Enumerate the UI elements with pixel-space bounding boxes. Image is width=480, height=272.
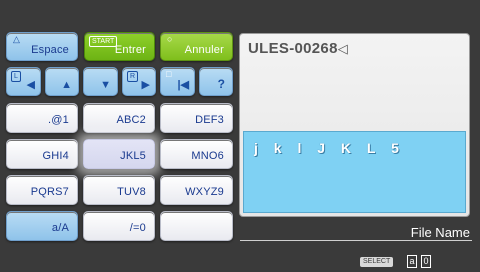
text-entry-panel: ULES-00268◁ j k l J K L 5	[239, 33, 470, 217]
cursor-up-key[interactable]: ▲	[45, 67, 79, 96]
key-1-label: .@1	[48, 114, 69, 126]
space-label: Espace	[31, 44, 69, 56]
space-key[interactable]: △ Espace	[6, 32, 78, 61]
input-mode-number: 0	[421, 255, 431, 268]
circle-icon: ○	[167, 34, 173, 44]
key-6[interactable]: MNO6	[160, 139, 233, 169]
text-input-field[interactable]: j k l J K L 5	[243, 131, 466, 213]
cancel-label: Annuler	[184, 44, 224, 56]
key-6-label: MNO6	[191, 150, 224, 162]
key-0[interactable]: /=0	[83, 211, 155, 241]
arrow-left-icon: ◀	[26, 79, 35, 91]
square-icon: □	[166, 69, 172, 79]
key-7-label: PQRS7	[30, 186, 69, 198]
cursor-left-key[interactable]: L ◀	[6, 67, 41, 96]
key-0-label: /=0	[129, 222, 146, 234]
enter-label: Entrer	[114, 44, 146, 56]
triangle-icon: △	[13, 34, 20, 44]
key-2[interactable]: ABC2	[83, 103, 155, 133]
help-label: ?	[217, 77, 225, 91]
enter-key[interactable]: START Entrer	[84, 32, 155, 61]
r-button-tag: R	[127, 71, 139, 82]
cursor-down-key[interactable]: ▼	[83, 67, 118, 96]
key-3[interactable]: DEF3	[160, 103, 233, 133]
panel-title-text: ULES-00268	[248, 40, 338, 57]
arrow-down-icon: ▼	[100, 79, 111, 91]
input-mode-letter: a	[407, 255, 417, 268]
key-2-label: ABC2	[116, 114, 146, 126]
key-1[interactable]: .@1	[6, 103, 78, 133]
file-name-label: File Name	[410, 225, 470, 240]
divider-line	[240, 240, 472, 241]
arrow-up-icon: ▲	[61, 79, 72, 91]
help-key[interactable]: ?	[199, 67, 233, 96]
key-4[interactable]: GHI4	[6, 139, 78, 169]
key-8[interactable]: TUV8	[83, 175, 155, 205]
l-button-tag: L	[11, 71, 21, 82]
key-8-label: TUV8	[117, 186, 146, 198]
key-9[interactable]: WXYZ9	[160, 175, 233, 205]
start-tag: START	[89, 36, 118, 47]
backspace-key[interactable]: □ |◀	[160, 67, 195, 96]
key-5-label: JKL5	[120, 150, 146, 162]
backspace-icon: |◀	[177, 79, 189, 91]
cancel-key[interactable]: ○ Annuler	[160, 32, 233, 61]
case-toggle-key[interactable]: a/A	[6, 211, 78, 241]
key-5[interactable]: JKL5	[83, 139, 155, 169]
panel-title: ULES-00268◁	[248, 40, 348, 57]
key-9-label: WXYZ9	[185, 186, 224, 198]
entry-text: j k l J K L 5	[254, 140, 405, 156]
case-toggle-label: a/A	[51, 222, 69, 234]
select-button-tag: SELECT	[360, 257, 394, 267]
blank-key[interactable]	[160, 211, 233, 241]
key-7[interactable]: PQRS7	[6, 175, 78, 205]
triangle-left-icon: ◁	[337, 41, 349, 56]
arrow-right-icon: ▶	[141, 79, 150, 91]
key-4-label: GHI4	[42, 150, 69, 162]
key-3-label: DEF3	[195, 114, 224, 126]
cursor-right-key[interactable]: R ▶	[122, 67, 156, 96]
